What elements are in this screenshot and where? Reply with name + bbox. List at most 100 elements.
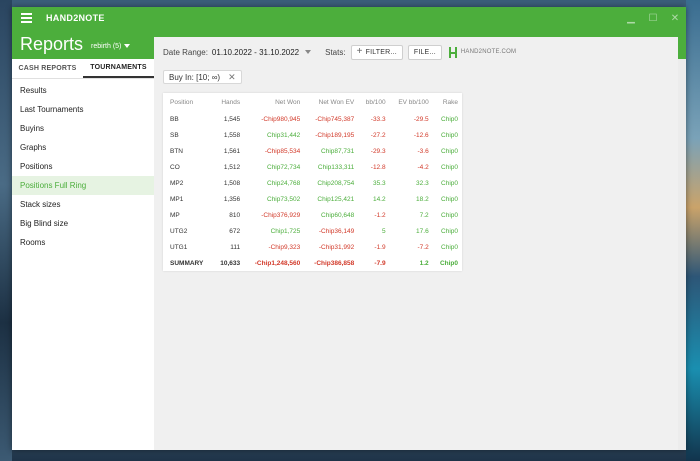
column-header-hands[interactable]: Hands [213,93,244,111]
sidebar-item-stack-sizes[interactable]: Stack sizes [12,195,154,214]
cell-ev-bb100: -29.5 [413,115,429,123]
menu-icon[interactable] [12,13,40,23]
cell-net-won-ev: -Chip31,992 [318,243,355,251]
cell-ev-bb100: 32.3 [416,179,429,187]
cell-bb100: 35.3 [372,179,386,187]
cell-net-won: Chip31,442 [267,131,301,139]
column-header-net-won[interactable]: Net Won [244,93,304,111]
cell-net-won: Chip1,725 [270,227,301,235]
table-row[interactable]: SB 1,558 Chip31,442 -Chip189,195 -27.2 -12.6 C… [163,127,462,143]
cell-rake: Chip0 [441,195,458,203]
summary-row[interactable]: SUMMARY 10,633 -Chip1,248,560 -Chip386,858 -… [163,255,462,271]
cell-net-won-ev: -Chip386,858 [314,259,355,267]
sidebar-item-rooms[interactable]: Rooms [12,233,154,252]
sidebar-item-buyins[interactable]: Buyins [12,119,154,138]
sidebar-item-positions-full-ring[interactable]: Positions Full Ring [12,176,154,195]
hand2note-logo-icon [448,46,458,58]
column-header-net-won-ev[interactable]: Net Won EV [304,93,358,111]
cell-net-won: -Chip980,945 [261,115,301,123]
brand-text: HAND2NOTE.COM [460,49,517,55]
cell-rake: Chip0 [439,259,458,267]
cell-rake: Chip0 [441,147,458,155]
table-row[interactable]: UTG2 672 Chip1,725 -Chip36,149 5 17.6 Chip0 [163,223,462,239]
table-row[interactable]: BB 1,545 -Chip980,945 -Chip745,387 -33.3 -29.… [163,111,462,127]
report-list: Results Last Tournaments Buyins Graphs P… [12,81,154,252]
sidebar-item-results[interactable]: Results [12,81,154,100]
page-title: Reports [20,33,84,54]
table-row[interactable]: BTN 1,561 -Chip85,534 Chip87,731 -29.3 -3.6 Ch… [163,143,462,159]
app-window: HAND2NOTE ▁ ☐ ✕ Reports rebirth (5) CASH… [12,7,686,450]
cell-net-won-ev: Chip87,731 [321,147,355,155]
sidebar-tabs: CASH REPORTS TOURNAMENTS [12,59,154,79]
cell-net-won-ev: Chip60,648 [321,211,355,219]
sidebar-item-last-tournaments[interactable]: Last Tournaments [12,100,154,119]
stats-label: Stats: [325,47,346,57]
cell-ev-bb100: 17.6 [416,227,429,235]
cell-net-won-ev: Chip125,421 [317,195,355,203]
app-title: HAND2NOTE [46,13,105,23]
cell-bb100: -7.9 [374,259,386,267]
table-row[interactable]: MP 810 -Chip376,929 Chip60,648 -1.2 7.2 Chip0 [163,207,462,223]
cell-bb100: -1.2 [374,211,386,219]
cell-position: BTN [170,147,183,155]
cell-position: UTG2 [170,227,188,235]
active-filters: Buy In: [10; ∞) ✕ [154,67,678,87]
date-range-select[interactable]: 01.10.2022 - 31.10.2022 [212,48,312,57]
table-row[interactable]: UTG1 111 -Chip9,323 -Chip31,992 -1.9 -7.2 Chip… [163,239,462,255]
profile-name: rebirth (5) [91,42,122,50]
cell-net-won: Chip24,768 [267,179,301,187]
table-body: BB 1,545 -Chip980,945 -Chip745,387 -33.3 -29.… [163,111,462,271]
profile-selector[interactable]: rebirth (5) [91,42,131,50]
maximize-icon[interactable]: ☐ [642,7,664,29]
close-icon[interactable]: ✕ [664,7,686,29]
report-panel: Date Range: 01.10.2022 - 31.10.2022 Stat… [154,37,678,450]
cell-rake: Chip0 [441,131,458,139]
desktop-background-right [686,0,700,461]
cell-hands: 1,512 [223,163,241,171]
sidebar-item-big-blind-size[interactable]: Big Blind size [12,214,154,233]
file-button[interactable]: FILE... [407,44,442,60]
cell-bb100: -27.2 [370,131,386,139]
window-controls: ▁ ☐ ✕ [620,7,686,29]
cell-rake: Chip0 [441,163,458,171]
filter-button-label: FILTER... [365,48,397,56]
cell-hands: 111 [230,243,241,251]
table-row[interactable]: MP1 1,356 Chip73,502 Chip125,421 14.2 18.2 Chi… [163,191,462,207]
cell-position: SB [170,131,179,139]
cell-rake: Chip0 [441,179,458,187]
cell-net-won: -Chip376,929 [261,211,301,219]
cell-net-won: -Chip1,248,560 [254,259,301,267]
sidebar-item-positions[interactable]: Positions [12,157,154,176]
cell-position: UTG1 [170,243,188,251]
filter-button[interactable]: + FILTER... [350,44,403,60]
cell-hands: 810 [229,211,241,219]
cell-ev-bb100: 7.2 [419,211,429,219]
column-header-ev-bb100[interactable]: EV bb/100 [390,93,433,111]
tab-tournaments[interactable]: TOURNAMENTS [83,59,154,78]
column-header-bb100[interactable]: bb/100 [358,93,389,111]
cell-bb100: -12.8 [370,163,386,171]
brand-link[interactable]: HAND2NOTE.COM [448,46,517,58]
close-icon[interactable]: ✕ [228,72,236,83]
cell-position: CO [170,163,180,171]
cell-hands: 1,508 [223,179,241,187]
column-header-rake[interactable]: Rake [433,93,462,111]
cell-net-won: Chip73,502 [267,195,301,203]
cell-ev-bb100: -7.2 [417,243,429,251]
table-row[interactable]: CO 1,512 Chip72,734 Chip133,311 -12.8 -4.2 Chi… [163,159,462,175]
cell-rake: Chip0 [441,211,458,219]
cell-ev-bb100: 18.2 [416,195,429,203]
cell-position: MP2 [170,179,184,187]
cell-bb100: -33.3 [370,115,386,123]
minimize-icon[interactable]: ▁ [620,7,642,29]
cell-hands: 1,561 [223,147,241,155]
cell-bb100: 14.2 [372,195,386,203]
chevron-down-icon [124,44,131,48]
filter-chip-buy-in[interactable]: Buy In: [10; ∞) ✕ [163,70,242,84]
table-row[interactable]: MP2 1,508 Chip24,768 Chip208,754 35.3 32.3 Chi… [163,175,462,191]
tab-cash-reports[interactable]: CASH REPORTS [12,59,83,78]
column-header-position[interactable]: Position [163,93,213,111]
sidebar-item-graphs[interactable]: Graphs [12,138,154,157]
cell-net-won: Chip72,734 [267,163,301,171]
cell-rake: Chip0 [441,243,458,251]
